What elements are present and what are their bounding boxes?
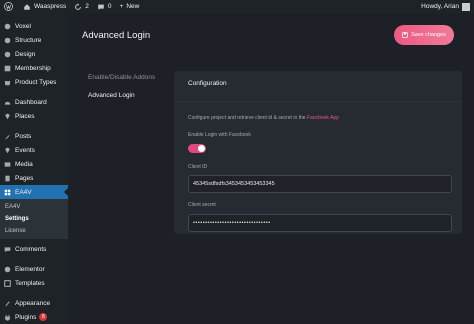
client-secret-field[interactable]: •••••••••••••••••••••••••••••••• — [188, 214, 452, 232]
client-id-label: Client ID — [188, 164, 208, 170]
facebook-login-toggle-label: Enable Login with Facebook — [188, 132, 251, 138]
elementor-icon — [3, 265, 11, 273]
updates-icon — [75, 2, 82, 10]
product-types-icon — [3, 78, 11, 86]
submenu-item-ea4v[interactable]: EA4V — [0, 201, 68, 213]
menu-item-design[interactable]: Design — [0, 47, 68, 61]
menu-item-membership[interactable]: Membership — [0, 61, 68, 75]
design-icon — [3, 50, 11, 58]
facebook-login-toggle[interactable] — [188, 144, 206, 153]
updates-link[interactable]: 2 — [74, 0, 89, 13]
account-menu[interactable]: Howdy, Arian — [421, 2, 470, 11]
menu-item-events[interactable]: Events — [0, 143, 68, 157]
client-id-field[interactable]: 45345sdfsdfs3453453453453345 — [188, 175, 452, 193]
plugins-icon — [3, 313, 11, 321]
configuration-panel: Configuration Configure project and retr… — [174, 71, 462, 234]
configuration-description: Configure project and retrieve client id… — [188, 115, 339, 121]
menu-item-comments[interactable]: Comments — [0, 242, 68, 256]
site-name-link[interactable]: Waaspress — [23, 0, 66, 13]
settings-tabs: Enable/Disable Addons Advanced Login — [88, 68, 155, 104]
howdy-text: Howdy, Arian — [421, 3, 459, 10]
menu-item-posts[interactable]: Posts — [0, 129, 68, 143]
tab-enable-disable-addons[interactable]: Enable/Disable Addons — [88, 68, 155, 86]
submenu-item-settings[interactable]: Settings — [0, 213, 68, 225]
panel-divider — [174, 101, 462, 102]
admin-sidebar: Voxel Structure Design Membership Produc… — [0, 13, 68, 323]
toggle-knob — [198, 145, 205, 152]
plus-icon: + — [119, 3, 124, 10]
appearance-icon — [3, 299, 11, 307]
wordpress-logo-icon[interactable] — [4, 0, 15, 13]
structure-icon — [3, 36, 11, 44]
places-icon — [3, 112, 11, 120]
menu-item-places[interactable]: Places — [0, 109, 68, 123]
facebook-app-link[interactable]: Facebook App — [307, 115, 339, 121]
pages-icon — [3, 174, 11, 182]
page-title: Advanced Login — [82, 30, 151, 41]
posts-icon — [3, 132, 11, 140]
comments-icon — [3, 245, 11, 253]
membership-icon — [3, 64, 11, 72]
save-icon — [402, 32, 408, 38]
ea4v-submenu: EA4V Settings License — [0, 199, 68, 239]
plugins-update-badge: 8 — [39, 313, 48, 321]
client-secret-label: Client secret — [188, 202, 216, 208]
ea4v-icon — [3, 188, 11, 196]
admin-bar: Waaspress 2 0 + New Howdy, Arian — [0, 0, 474, 13]
site-name: Waaspress — [34, 3, 67, 10]
save-changes-label: Save changes — [411, 32, 446, 38]
save-changes-button[interactable]: Save changes — [394, 25, 454, 45]
comments-link[interactable]: 0 — [97, 0, 112, 13]
menu-item-media[interactable]: Media — [0, 157, 68, 171]
menu-item-templates[interactable]: Templates — [0, 276, 68, 290]
new-label: New — [126, 3, 140, 10]
tab-advanced-login[interactable]: Advanced Login — [88, 86, 155, 104]
voxel-icon — [3, 22, 11, 30]
menu-item-product-types[interactable]: Product Types — [0, 75, 68, 89]
new-content-link[interactable]: + New — [120, 0, 140, 13]
menu-item-pages[interactable]: Pages — [0, 171, 68, 185]
menu-item-dashboard[interactable]: Dashboard — [0, 95, 68, 109]
menu-item-voxel[interactable]: Voxel — [0, 19, 68, 33]
home-icon — [24, 3, 30, 10]
menu-item-plugins[interactable]: Plugins 8 — [0, 310, 68, 324]
updates-count: 2 — [85, 3, 89, 10]
menu-item-appearance[interactable]: Appearance — [0, 296, 68, 310]
media-icon — [3, 160, 11, 168]
submenu-item-license[interactable]: License — [0, 225, 68, 237]
comment-bubble-icon — [98, 4, 104, 10]
panel-title: Configuration — [188, 79, 227, 87]
main-content: Advanced Login Save changes Enable/Disab… — [68, 13, 474, 323]
menu-item-elementor[interactable]: Elementor — [0, 262, 68, 276]
menu-item-structure[interactable]: Structure — [0, 33, 68, 47]
dashboard-icon — [3, 98, 11, 106]
events-icon — [3, 146, 11, 154]
avatar — [462, 2, 470, 11]
templates-icon — [3, 279, 11, 287]
comments-count: 0 — [107, 3, 112, 10]
menu-item-ea4v[interactable]: EA4V — [0, 185, 68, 199]
